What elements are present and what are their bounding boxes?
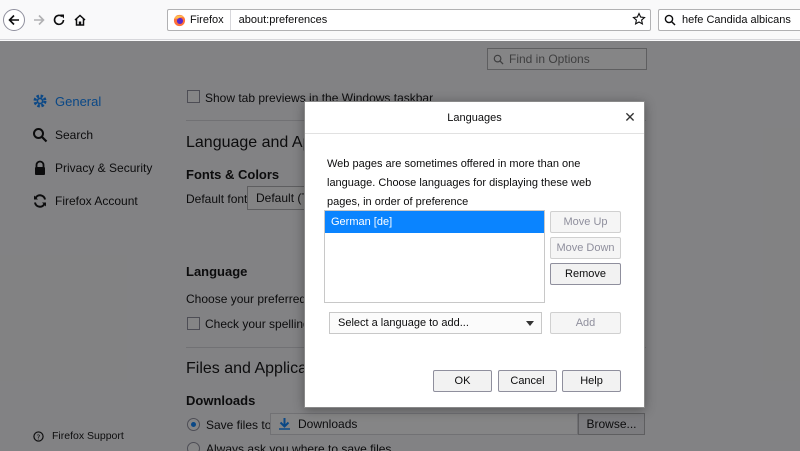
arrow-left-icon <box>8 14 19 26</box>
add-button[interactable]: Add <box>550 312 621 334</box>
firefox-logo-icon <box>173 14 186 26</box>
help-button[interactable]: Help <box>562 370 621 392</box>
languages-dialog: Languages ✕ Web pages are sometimes offe… <box>304 101 645 408</box>
dialog-title: Languages <box>447 111 502 124</box>
search-input[interactable]: hefe Candida albicans <box>682 14 791 26</box>
language-select[interactable]: Select a language to add... <box>329 312 542 334</box>
close-icon[interactable]: ✕ <box>622 109 638 125</box>
home-icon <box>74 14 86 26</box>
url-text[interactable]: about:preferences <box>231 14 650 26</box>
identity-box[interactable]: Firefox <box>168 10 231 30</box>
language-select-value: Select a language to add... <box>338 317 469 329</box>
remove-button[interactable]: Remove <box>550 263 621 285</box>
navigation-toolbar: Firefox about:preferences hefe Candida a… <box>0 0 800 40</box>
arrow-right-icon <box>34 14 45 26</box>
chevron-down-icon <box>526 321 534 326</box>
dialog-description: Web pages are sometimes offered in more … <box>327 158 592 208</box>
move-up-button[interactable]: Move Up <box>550 211 621 233</box>
cancel-button[interactable]: Cancel <box>498 370 557 392</box>
url-bar[interactable]: Firefox about:preferences <box>167 9 651 31</box>
search-bar[interactable]: hefe Candida albicans <box>658 9 800 31</box>
home-button[interactable] <box>68 8 92 32</box>
language-list[interactable]: German [de] <box>324 210 545 303</box>
back-button[interactable] <box>3 9 25 31</box>
bookmark-star-icon[interactable] <box>632 12 646 29</box>
search-icon <box>664 14 676 26</box>
move-down-button[interactable]: Move Down <box>550 237 621 259</box>
identity-label: Firefox <box>190 14 224 26</box>
list-item[interactable]: German [de] <box>325 211 544 233</box>
dialog-titlebar: Languages <box>305 102 644 134</box>
reload-icon <box>53 14 65 26</box>
ok-button[interactable]: OK <box>433 370 492 392</box>
